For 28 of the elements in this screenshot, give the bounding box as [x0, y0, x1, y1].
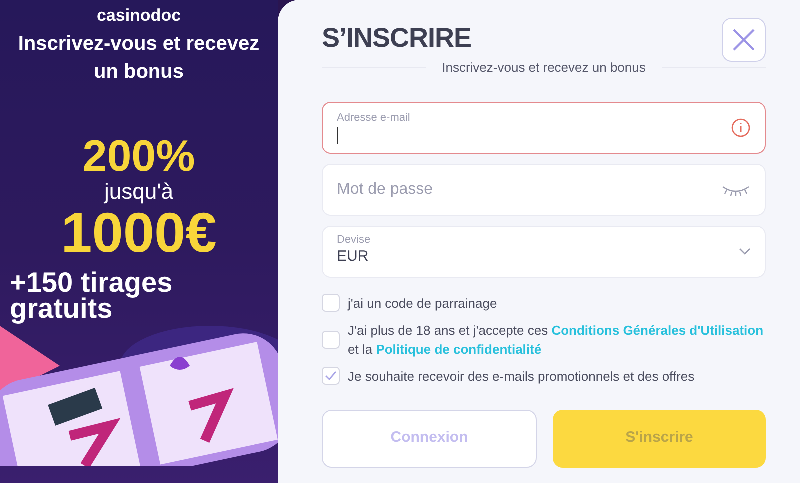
info-icon: [731, 118, 751, 138]
checkbox[interactable]: [322, 330, 340, 348]
bonus-upto: jusqu'à: [104, 180, 174, 204]
terms-link[interactable]: Politique de confidentialité: [376, 342, 542, 356]
checkbox[interactable]: [322, 367, 340, 385]
form-subtitle: Inscrivez-vous et recevez un bonus: [442, 59, 646, 77]
bonus-amount: 1000€: [61, 204, 217, 262]
password-field[interactable]: Mot de passe: [322, 164, 766, 216]
close-button[interactable]: [722, 18, 766, 62]
currency-label: Devise: [337, 234, 372, 246]
promo-headline: Inscrivez-vous et recevez un bonus: [17, 32, 261, 85]
email-label: Adresse e-mail: [337, 112, 412, 124]
logo: casinodoc: [96, 6, 182, 26]
bonus-percent: 200%: [82, 134, 196, 180]
email-field[interactable]: Adresse e-mail: [322, 102, 766, 154]
eye-closed-icon: [722, 184, 750, 196]
checkbox[interactable]: [322, 294, 340, 312]
checkbox-label: j'ai un code de parrainage: [348, 294, 498, 312]
close-icon: [732, 28, 756, 52]
checkbox-label: J'ai plus de 18 ans et j'accepte ces Conditions Générales d'Utilisation et la Politique de confidentialité: [348, 322, 765, 358]
check-icon: [325, 371, 337, 381]
chevron-down-icon: [739, 248, 751, 256]
form-title: S’INSCRIRE: [322, 22, 472, 55]
currency-select[interactable]: Devise EUR: [322, 226, 766, 278]
currency-value: EUR: [337, 247, 370, 268]
free-spins-text: +150 tirages gratuits: [10, 270, 174, 322]
terms-link[interactable]: Conditions Générales d'Utilisation: [552, 322, 764, 338]
checkbox-label: Je souhaite recevoir des e-mails promotionnels et des offres: [348, 368, 695, 386]
